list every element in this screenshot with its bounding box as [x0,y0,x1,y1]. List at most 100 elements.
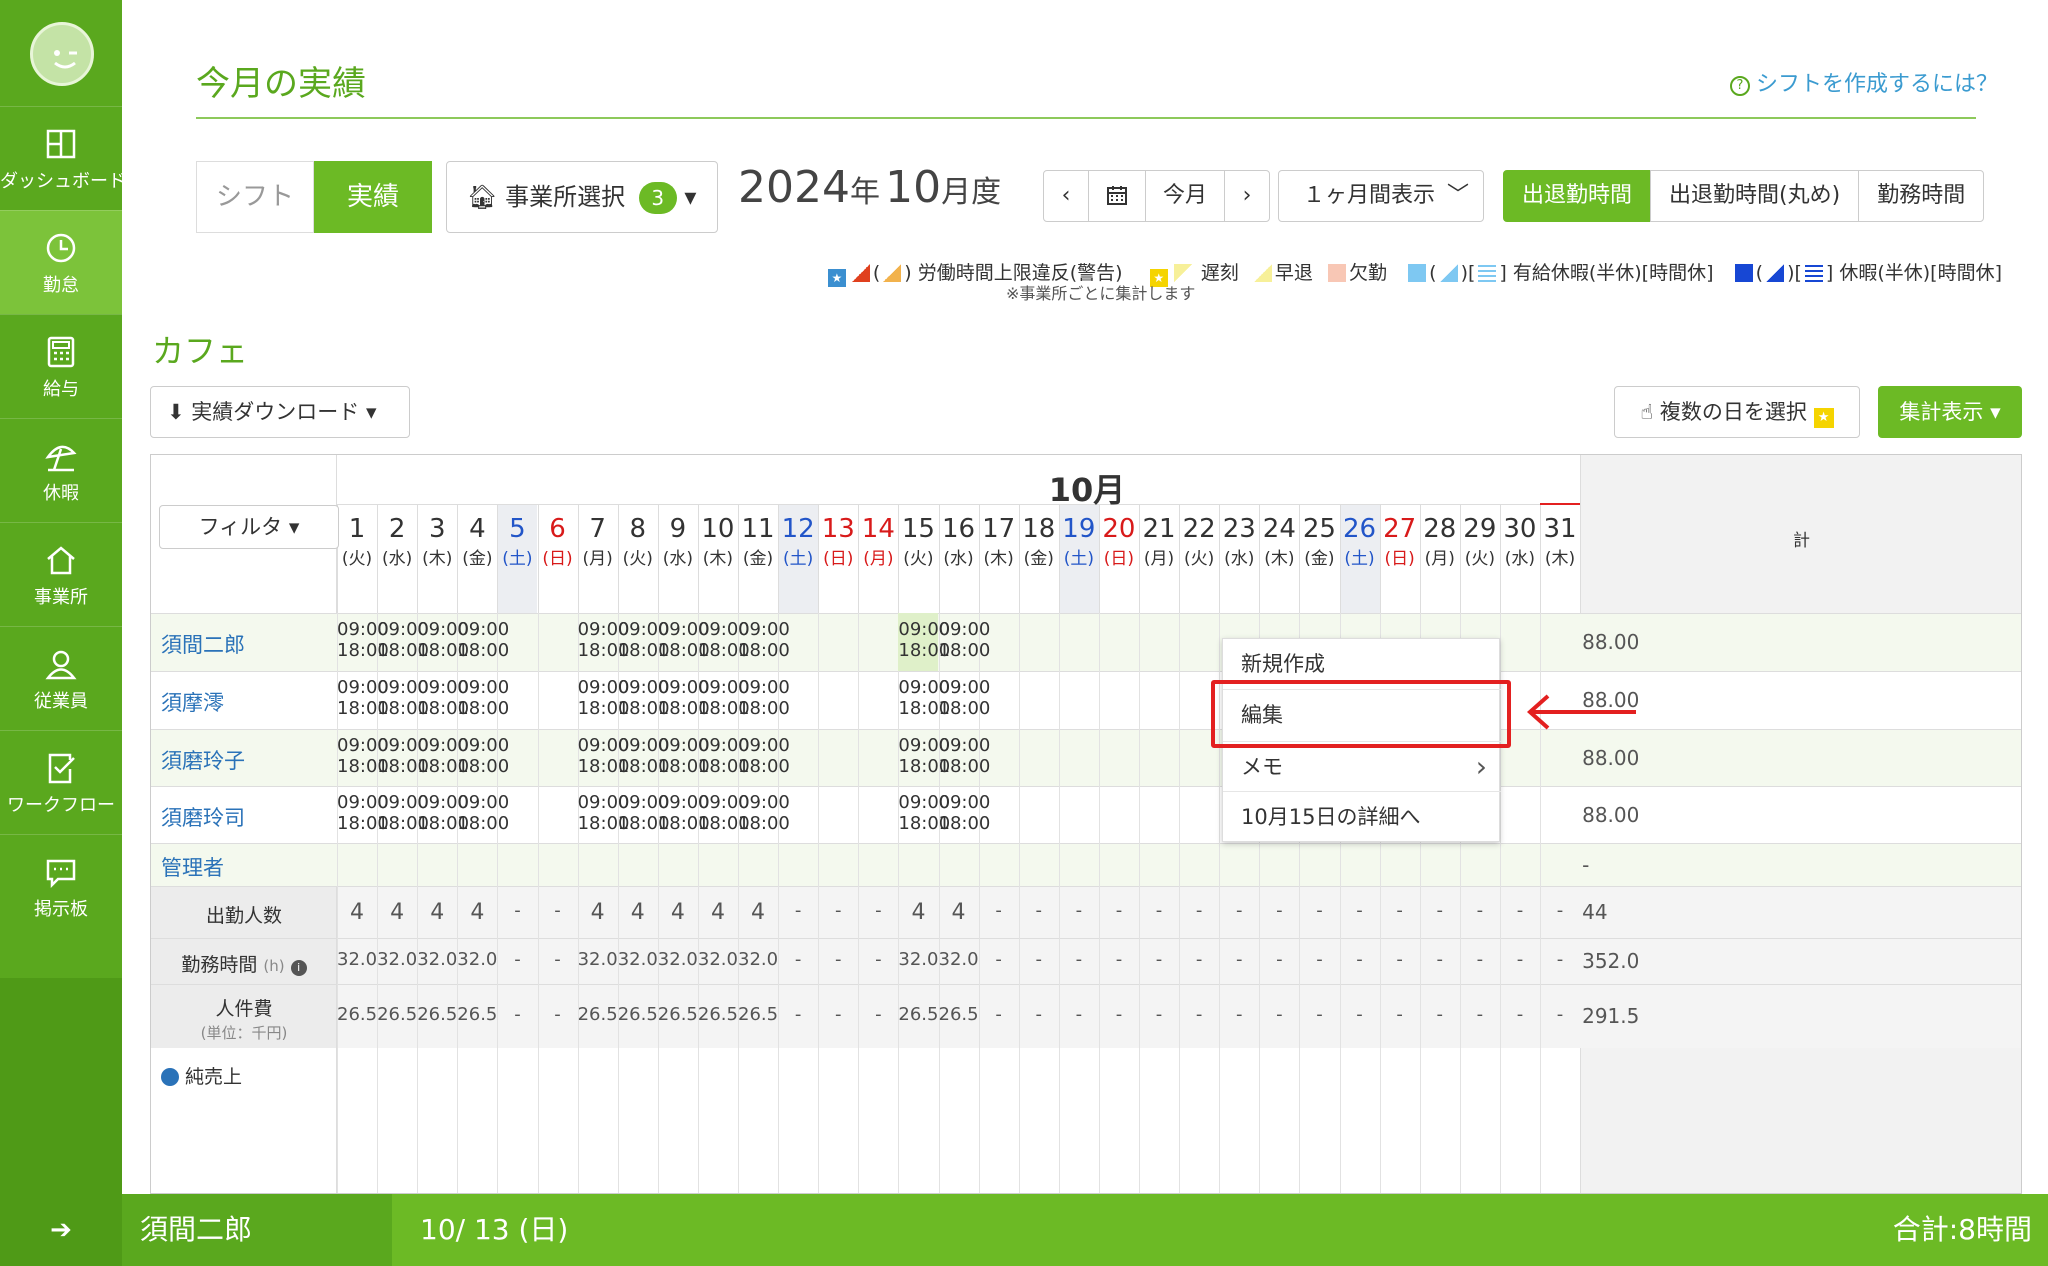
day-weekday: (日) [823,549,854,569]
stat-label: 人件費 (単位：千円) [151,994,337,1043]
day-number: 3 [428,514,446,544]
section-title: カフェ [152,332,249,370]
legend-early: 早退 [1274,262,1313,284]
day-weekday: (月) [582,549,613,569]
sidebar-item-home[interactable]: 事業所 [0,522,122,626]
shift-cell[interactable]: 09:00 18:00 [738,619,790,661]
leave-half-swatch [1766,264,1785,282]
shift-cell[interactable]: 09:00 18:00 [738,677,790,719]
stat-value: - [1356,1004,1363,1025]
stat-value: - [1436,1004,1443,1025]
shift-mode-button[interactable]: シフト [196,161,314,233]
this-month-button[interactable]: 今月 [1145,170,1225,222]
download-icon: ⬇ [167,400,185,424]
shift-end: 18:00 [938,640,991,661]
day-number: 20 [1102,514,1136,544]
stat-value: 26.50 [938,1004,979,1025]
prev-month-button[interactable]: ‹ [1043,170,1089,222]
day-weekday: (日) [1103,549,1135,569]
help-link[interactable]: ? シフトを作成するには？ [1729,66,1998,98]
clock-icon [46,233,76,263]
sidebar-item-calculator[interactable]: 給与 [0,314,122,418]
shift-end: 18:00 [457,698,510,719]
shift-cell[interactable]: 09:00 18:00 [939,619,991,661]
stat-value: - [1195,900,1203,921]
home-icon: 🏠︎ [467,183,498,211]
stat-label: 勤務時間 (h) i [151,950,337,977]
range-select[interactable]: １ヶ月間表示 ﹀ [1278,170,1484,222]
sidebar-item-beach-umbrella[interactable]: 休暇 [0,418,122,522]
sidebar-item-label: ワークフロー [7,795,115,816]
month-header: 10月 [1048,471,1126,509]
avatar[interactable] [30,22,94,86]
day-number: 22 [1182,514,1216,544]
stat-value: - [794,1004,802,1025]
shift-cell[interactable]: 09:00 18:00 [738,792,790,834]
sidebar-item-clock[interactable]: 勤怠 [0,210,122,314]
filter-button[interactable]: フィルタ ▾ [159,505,339,549]
day-number: 4 [469,514,486,544]
shift-cell[interactable]: 09:00 18:00 [939,792,991,834]
actual-mode-button[interactable]: 実績 [314,161,432,233]
shift-cell[interactable]: 09:00 18:00 [457,792,509,834]
sidebar-item-checklist[interactable]: ワークフロー [0,730,122,834]
shift-cell[interactable]: 09:00 18:00 [457,677,509,719]
stat-value: - [1155,900,1163,921]
stat-value: 32.00 [577,949,618,970]
day-weekday: (木) [983,549,1014,569]
shift-start: 09:00 [457,619,510,640]
expand-arrow-icon[interactable]: ➔ [0,1194,122,1266]
multi-select-button[interactable]: ☝ 複数の日を選択 ★ [1614,386,1860,438]
help-link-label: シフトを作成するには？ [1755,72,1998,97]
stat-value: 4 [390,900,405,925]
calendar-button[interactable] [1088,170,1146,222]
stat-value: - [1035,1004,1042,1025]
partial-row-label: 純売上 [161,1062,242,1089]
employee-name-link[interactable]: 須摩澪 [161,687,224,717]
employee-total: 88.00 [1582,745,1640,770]
shift-start: 09:00 [738,735,790,756]
sidebar-item-chat[interactable]: 掲示板 [0,834,122,938]
stat-label-text: 人件費 [215,998,273,1020]
sidebar-item-dashboard[interactable]: ダッシュボード [0,106,126,210]
shift-cell[interactable]: 09:00 18:00 [457,619,509,661]
employee-name-link[interactable]: 須磨玲司 [161,802,245,832]
footer-total: 合計:8時間 [1892,1213,2032,1246]
shift-cell[interactable]: 09:00 18:00 [738,735,790,777]
menu-item-detail[interactable]: 10月15日の詳細へ [1223,791,1501,841]
stat-value: - [1556,900,1564,921]
summary-button[interactable]: 集計表示 ▾ [1878,386,2022,438]
shift-cell[interactable]: 09:00 18:00 [939,677,991,719]
day-number: 7 [589,514,606,544]
employee-name-link[interactable]: 管理者 [161,852,224,882]
clock-in-out-button[interactable]: 出退勤時間 [1503,170,1652,222]
stat-value: 26.50 [697,1004,738,1025]
stat-value: 26.50 [657,1004,698,1025]
download-button[interactable]: ⬇ 実績ダウンロード ▾ [150,386,410,438]
next-month-button[interactable]: › [1224,170,1270,222]
menu-item-memo[interactable]: メモ › [1223,741,1501,791]
day-weekday: (火) [622,549,653,569]
shift-start: 09:00 [938,677,991,698]
caret-down-icon: ▾ [684,183,697,211]
day-weekday: (土) [502,549,533,569]
stat-value: 32.00 [738,949,779,970]
day-number: 17 [982,514,1016,544]
stat-value: - [1356,900,1363,921]
shift-cell[interactable]: 09:00 18:00 [457,735,509,777]
work-hours-button[interactable]: 勤務時間 [1858,170,1985,222]
office-select[interactable]: 🏠︎ 事業所選択 3 ▾ [446,161,718,233]
employee-name-link[interactable]: 須間二郎 [161,629,245,659]
info-icon[interactable]: i [290,960,307,976]
sidebar-item-person[interactable]: 従業員 [0,626,122,730]
shift-end: 18:00 [457,756,510,777]
day-weekday: (日) [1384,549,1415,569]
rounded-time-button[interactable]: 出退勤時間(丸め) [1650,170,1860,222]
stat-value: 4 [951,900,966,925]
stat-value: - [875,900,882,921]
day-number: 1 [348,514,366,544]
shift-start: 09:00 [738,677,790,698]
shift-end: 18:00 [457,813,510,834]
employee-name-link[interactable]: 須磨玲子 [161,745,245,775]
shift-cell[interactable]: 09:00 18:00 [939,735,991,777]
